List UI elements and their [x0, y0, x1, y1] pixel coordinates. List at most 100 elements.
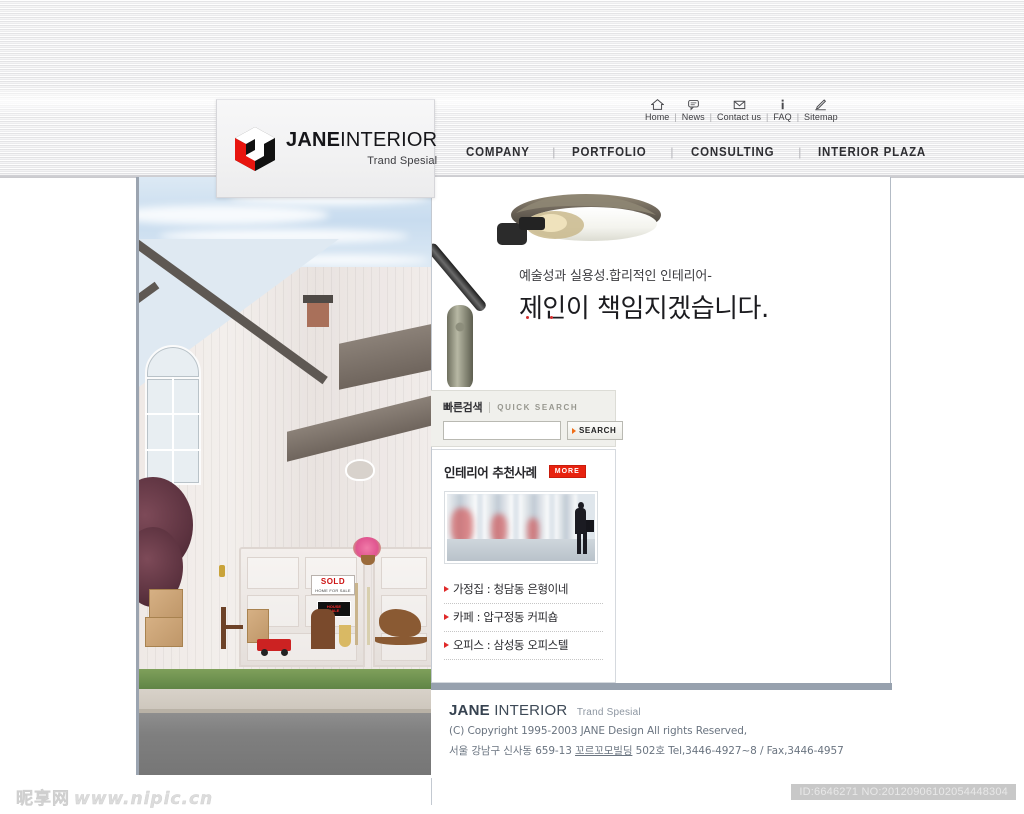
photo-broom [355, 583, 358, 645]
photo-garage-panel [247, 557, 299, 589]
utility-item-contact-us[interactable]: Contact us [717, 98, 761, 122]
photo-gable-vent [345, 459, 375, 481]
footer-divider [431, 683, 892, 690]
city-street-businessman-photo[interactable] [444, 491, 598, 564]
quick-search-label-ko: 빠른검색 [443, 401, 483, 414]
recommend-card-title: 인테리어 추천사례 [444, 465, 537, 480]
envelope-icon [733, 100, 745, 110]
nav-item-portfolio[interactable]: PORTFOLIO [572, 145, 647, 159]
list-item[interactable]: 카페 : 압구정동 커피숍 [444, 604, 603, 632]
photo-moving-box [247, 609, 269, 643]
speech-bubble-icon [687, 99, 699, 111]
utility-item-sitemap[interactable]: Sitemap [804, 98, 838, 122]
footer-address-post: 502호 Tel,3446-4927~8 / Fax,3446-4957 [632, 745, 844, 757]
search-input[interactable] [443, 421, 561, 440]
utility-separator: | [709, 112, 713, 122]
recommend-link-label: 카페 : 압구정동 커피숍 [453, 610, 558, 624]
nav-separator: | [670, 145, 674, 159]
logo-text: JANEINTERIOR Trand Spesial [286, 130, 438, 168]
utility-nav: Home | News | Contact us | FAQ | Sitemap [645, 98, 838, 122]
photo-garage-panel [381, 557, 427, 589]
list-item[interactable]: 가정집 : 청담동 은형이네 [444, 576, 603, 604]
list-item[interactable]: 오피스 : 삼성동 오피스텔 [444, 632, 603, 660]
info-icon [781, 99, 784, 110]
photo-chimney-cap [303, 295, 333, 303]
page-root: SOLD HOME FOR SALE HOUSE SALE 예술성과 실용성.합… [0, 0, 1024, 814]
triangle-icon [444, 642, 449, 648]
search-button[interactable]: SEARCH [567, 421, 624, 440]
footer-logo-tagline: Trand Spesial [576, 707, 641, 718]
photo-chimney [307, 301, 329, 327]
pencil-icon [815, 99, 827, 111]
footer: JANE INTERIOR Trand Spesial (C) Copyrigh… [431, 690, 892, 778]
utility-label: Home [645, 112, 670, 122]
utility-label: FAQ [773, 112, 792, 122]
photo-window-mullion [145, 449, 201, 451]
footer-address: 서울 강남구 신사동 659-13 꼬르꼬모빌딩 502호 Tel,3446-4… [449, 743, 892, 758]
utility-separator: | [674, 112, 677, 122]
logo-title-bold: JANE [286, 129, 341, 151]
footer-address-pre: 서울 강남구 신사동 659-13 [449, 745, 576, 757]
quick-search-box: 빠른검색 QUICK SEARCH SEARCH [431, 390, 624, 447]
photo-chair [311, 609, 335, 649]
photo-window-mullion [172, 377, 174, 485]
footer-address-link[interactable]: 꼬르꼬모빌딩 [575, 745, 632, 757]
photo-moving-box [145, 617, 183, 647]
logo-tagline: Trand Spesial [367, 155, 438, 167]
triangle-icon [444, 614, 449, 620]
quick-search-row: SEARCH [431, 415, 624, 440]
quick-search-label-en: QUICK SEARCH [497, 402, 579, 412]
recommend-card-header: 인테리어 추천사례 MORE [432, 450, 615, 481]
photo-window-mullion [145, 413, 201, 415]
nav-item-consulting[interactable]: CONSULTING [691, 145, 774, 159]
hero-subline: 예술성과 실용성.합리적인 인테리어- [519, 269, 712, 284]
photo-porch-lamp [219, 565, 225, 577]
photo-lawn [139, 669, 431, 691]
nav-item-company[interactable]: COMPANY [466, 145, 530, 159]
recommend-link-label: 오피스 : 삼성동 오피스텔 [453, 638, 569, 652]
watermark-id: ID:6646271 NO:20120906102054448304 [791, 784, 1016, 800]
hero-copy: 예술성과 실용성.합리적인 인테리어- 제인이 책임지겠습니다. [519, 265, 769, 325]
utility-item-faq[interactable]: FAQ [773, 98, 792, 122]
house-for-sale-photo: SOLD HOME FOR SALE HOUSE SALE [136, 177, 431, 775]
watermark-cn-text: 昵享网 [16, 789, 70, 809]
cube-hexagon-logo-icon [235, 126, 275, 171]
photo-broom-head [339, 625, 351, 647]
quick-search-divider [489, 401, 491, 413]
utility-label: Sitemap [804, 112, 838, 122]
photo-rocking-horse-rocker [375, 637, 427, 645]
thumb-inner [447, 494, 595, 561]
utility-label: Contact us [717, 112, 762, 122]
recommend-more-button[interactable]: MORE [548, 465, 586, 478]
logo-plate[interactable]: JANEINTERIOR Trand Spesial [216, 99, 438, 198]
watermark-url: www.nipic.cn [74, 789, 214, 809]
logo-title: JANEINTERIOR [286, 130, 437, 151]
photo-moving-box [149, 589, 183, 619]
recommend-card: 인테리어 추천사례 MORE 가정집: 청담동 은형이네 카페: 압구정동 … [432, 449, 616, 683]
footer-logo-light: INTERIOR [494, 702, 568, 719]
photo-curb [139, 709, 431, 713]
utility-label: News [681, 112, 705, 122]
photo-wagon-wheel [281, 649, 288, 656]
search-button-label: SEARCH [579, 426, 617, 435]
photo-rake [367, 587, 370, 645]
footer-copyright: (C) Copyright 1995-2003 JANE Design All … [449, 725, 748, 737]
home-icon [650, 98, 664, 110]
nav-separator: | [552, 145, 556, 159]
logo-title-light: INTERIOR [340, 129, 438, 151]
quick-search-header: 빠른검색 QUICK SEARCH [431, 391, 615, 415]
photo-sold-sign: SOLD HOME FOR SALE [311, 575, 355, 595]
utility-separator: | [796, 112, 800, 122]
watermark-logo: 昵享网 www.nipic.cn [16, 784, 213, 809]
recommend-link-list: 가정집 : 청담동 은형이네 카페 : 압구정동 커피숍 오피스 : 삼성동 오… [432, 576, 615, 660]
utility-item-news[interactable]: News [682, 98, 705, 122]
triangle-icon [444, 586, 449, 592]
nav-item-interior-plaza[interactable]: INTERIOR PLAZA [818, 145, 926, 159]
footer-logo: JANE INTERIOR Trand Spesial [449, 702, 892, 719]
photo-flower-pot [361, 555, 375, 565]
triangle-icon [572, 427, 576, 434]
utility-separator: | [766, 112, 769, 122]
utility-item-home[interactable]: Home [645, 98, 669, 122]
recommend-link-label: 가정집 : 청담동 은형이네 [453, 582, 569, 596]
photo-road [139, 713, 431, 775]
